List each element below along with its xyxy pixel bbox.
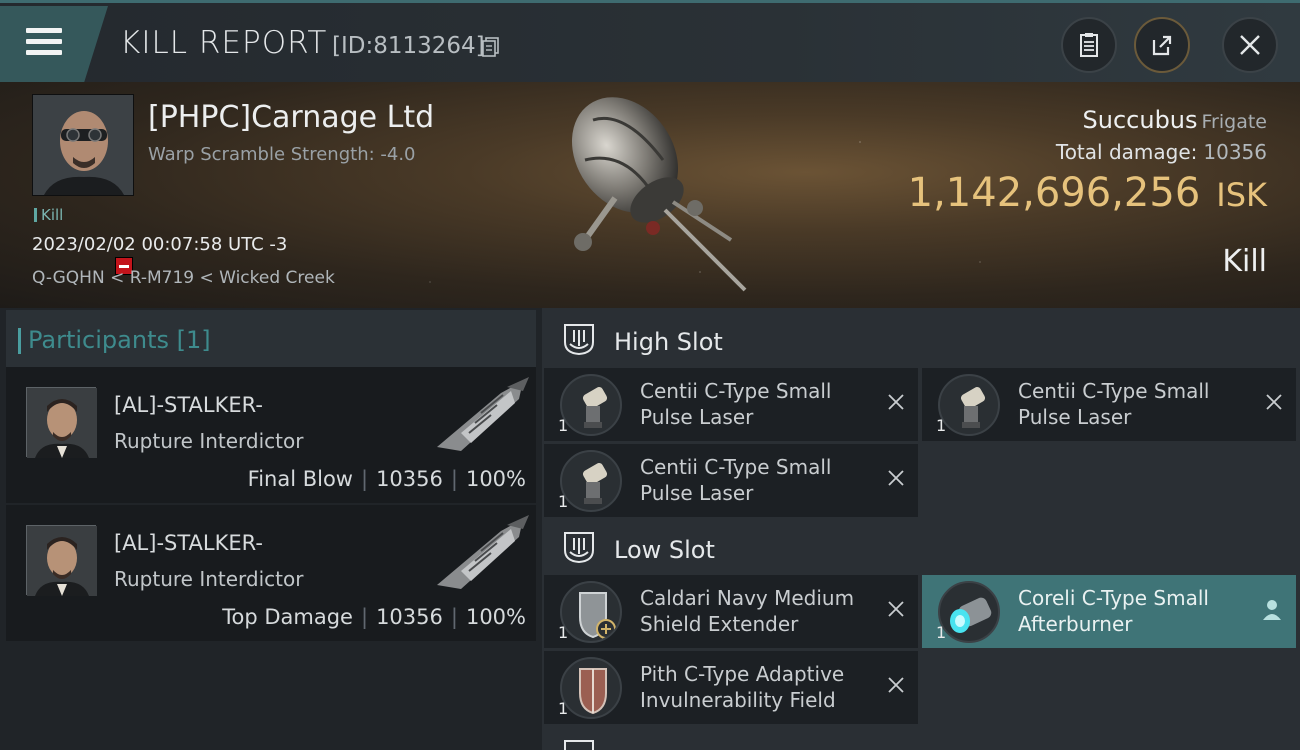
share-button[interactable] (1134, 17, 1190, 73)
total-damage: Total damage: 10356 (1056, 140, 1267, 164)
participant-ship: Rupture Interdictor (114, 429, 304, 453)
share-icon (1152, 35, 1172, 56)
participant-name: [AL]-STALKER- (114, 393, 263, 417)
kill-tag: Kill (34, 206, 63, 224)
participant-stats: Top Damage | 10356 | 100% (222, 605, 526, 629)
module-item[interactable]: 1 Caldari Navy Medium Shield Extender (544, 575, 918, 648)
kill-location[interactable]: Q-GQHN < R-M719 < Wicked Creek (32, 268, 335, 288)
fitting-panel: High Slot 1 Centii C-Type Small Pulse La… (542, 308, 1300, 750)
participant-avatar[interactable] (26, 525, 97, 596)
participant-stats: Final Blow | 10356 | 100% (247, 467, 526, 491)
participant-percent: 100% (465, 605, 526, 629)
module-item[interactable]: 1 Centii C-Type Small Pulse Laser (922, 368, 1296, 441)
participant-role: Final Blow (247, 467, 353, 491)
kill-report-header: KILL REPORT [ID:8113264] (0, 0, 1300, 82)
succubus-ship-image[interactable] (545, 90, 765, 302)
pulse-laser-icon (560, 450, 622, 512)
victim-avatar[interactable] (32, 94, 134, 196)
victim-banner: [PHPC]Carnage Ltd Warp Scramble Strength… (0, 82, 1300, 308)
participant-ship: Rupture Interdictor (114, 567, 304, 591)
afterburner-icon (938, 581, 1000, 643)
pulse-laser-icon (938, 374, 1000, 436)
close-icon (1240, 35, 1260, 55)
person-icon (1263, 600, 1281, 620)
participant-card[interactable]: [AL]-STALKER- Rupture Interdictor Final … (6, 367, 536, 503)
low-slot-icon (564, 532, 594, 564)
ship-name: Succubus (1082, 106, 1198, 134)
clipboard-icon (1080, 33, 1098, 57)
module-name: Pith C-Type Adaptive Invulnerability Fie… (640, 662, 845, 712)
participants-header: Participants [1] (18, 326, 211, 354)
module-quantity: 1 (936, 416, 947, 435)
victim-name[interactable]: [PHPC]Carnage Ltd (148, 100, 434, 135)
ship-class: Frigate (1201, 111, 1267, 133)
total-damage-value: 10356 (1203, 140, 1267, 164)
module-quantity: 1 (558, 416, 569, 435)
module-item[interactable]: 1 Pith C-Type Adaptive Invulnerability F… (544, 651, 918, 724)
module-name: Centii C-Type Small Pulse Laser (640, 455, 832, 505)
participant-name: [AL]-STALKER- (114, 531, 263, 555)
mid-slot-header-partial (544, 728, 1298, 750)
participants-panel: Participants [1] [AL]-STALKER- Rupture I… (0, 308, 542, 750)
module-item[interactable]: 1 Centii C-Type Small Pulse Laser (544, 444, 918, 517)
participant-damage: 10356 (376, 605, 443, 629)
victim-ship[interactable]: Succubus Frigate (1083, 106, 1267, 134)
high-slot-header: High Slot (544, 310, 1298, 370)
module-name: Caldari Navy Medium Shield Extender (640, 586, 855, 636)
destroyed-x-icon (888, 601, 904, 617)
copy-icon[interactable] (482, 37, 500, 57)
isk-unit: ISK (1216, 176, 1267, 214)
victim-attribute: Warp Scramble Strength: -4.0 (148, 144, 416, 165)
module-quantity: 1 (558, 492, 569, 511)
destroyed-x-icon (888, 394, 904, 410)
participant-avatar[interactable] (26, 387, 97, 458)
isk-amount: 1,142,696,256 (907, 170, 1201, 216)
kill-result: Kill (1222, 244, 1267, 279)
module-item[interactable]: 1 Centii C-Type Small Pulse Laser (544, 368, 918, 441)
participant-role: Top Damage (222, 605, 353, 629)
participant-percent: 100% (465, 467, 526, 491)
low-slot-header: Low Slot (544, 518, 1298, 578)
module-name: Centii C-Type Small Pulse Laser (1018, 379, 1210, 429)
module-name: Coreli C-Type Small Afterburner (1018, 586, 1209, 636)
shield-extender-icon (560, 581, 622, 643)
rupture-ship-icon[interactable] (431, 373, 531, 453)
high-slot-icon (564, 324, 594, 356)
participants-tab[interactable]: Participants [1] (6, 310, 536, 368)
low-slot-title: Low Slot (614, 536, 715, 564)
report-button[interactable] (1061, 17, 1117, 73)
report-id: [ID:8113264] (332, 33, 485, 59)
menu-icon (26, 28, 62, 56)
module-quantity: 1 (936, 623, 947, 642)
module-quantity: 1 (558, 699, 569, 718)
page-title: KILL REPORT (120, 25, 328, 61)
module-item-dropped[interactable]: 1 Coreli C-Type Small Afterburner (922, 575, 1296, 648)
participant-damage: 10356 (376, 467, 443, 491)
module-name: Centii C-Type Small Pulse Laser (640, 379, 832, 429)
destroyed-x-icon (1266, 394, 1282, 410)
kill-timestamp: 2023/02/02 00:07:58 UTC -3 (32, 234, 288, 255)
menu-button[interactable] (0, 6, 108, 82)
participant-card[interactable]: [AL]-STALKER- Rupture Interdictor Top Da… (6, 505, 536, 641)
rupture-ship-icon[interactable] (431, 511, 531, 591)
total-damage-label: Total damage: (1055, 140, 1198, 164)
pulse-laser-icon (560, 374, 622, 436)
module-quantity: 1 (558, 623, 569, 642)
destroyed-x-icon (888, 470, 904, 486)
invulnerability-field-icon (560, 657, 622, 719)
mid-slot-icon (564, 740, 594, 750)
isk-value: 1,142,696,256 ISK (908, 170, 1267, 216)
high-slot-title: High Slot (614, 328, 723, 356)
close-button[interactable] (1222, 17, 1278, 73)
destroyed-x-icon (888, 677, 904, 693)
